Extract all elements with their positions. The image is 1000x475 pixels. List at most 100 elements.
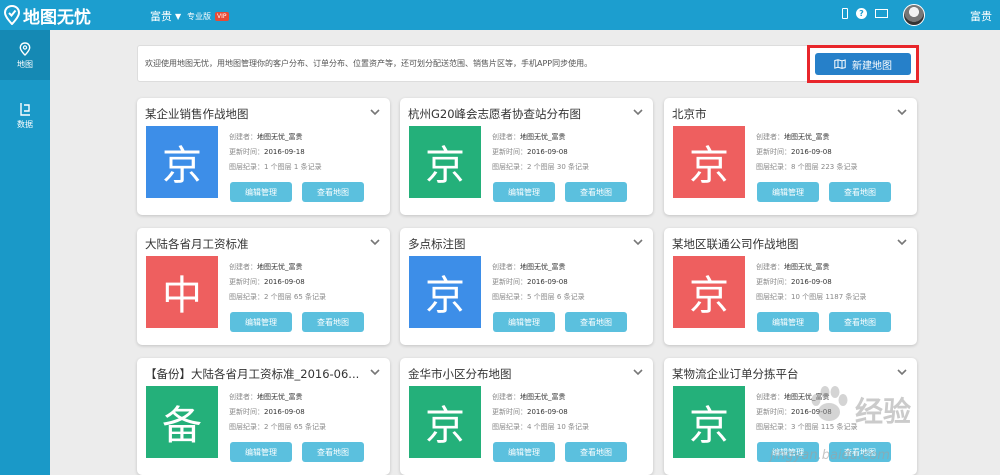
view-map-button[interactable]: 查看地图	[302, 312, 364, 332]
notice-text: 欢迎使用地图无忧，用地图管理你的客户分布、订单分布、位置资产等，还可划分配送范围…	[145, 59, 593, 68]
folded-map-icon	[834, 59, 846, 69]
updated-line: 更新时间：2016-09-08	[756, 278, 832, 286]
user-menu-dropdown[interactable]: 富贵 ▼	[150, 8, 181, 24]
map-thumbnail[interactable]: 京	[673, 256, 745, 328]
map-card[interactable]: 多点标注图 京 创建者：地图无忧_富贵 更新时间：2016-09-08 图层纪录…	[400, 228, 653, 345]
map-card[interactable]: 某地区联通公司作战地图 京 创建者：地图无忧_富贵 更新时间：2016-09-0…	[664, 228, 917, 345]
view-map-button[interactable]: 查看地图	[302, 182, 364, 202]
edit-manage-button[interactable]: 编辑管理	[230, 182, 292, 202]
user-menu-label: 富贵	[150, 10, 172, 23]
sidebar-item-label: 地图	[17, 60, 33, 69]
top-user-name[interactable]: 富贵	[970, 8, 992, 24]
top-bar: 地图无忧 富贵 ▼ 专业版 VIP ? 富贵	[0, 0, 1000, 30]
creator-line: 创建者：地图无忧_富贵	[492, 393, 566, 401]
card-title: 多点标注图	[408, 237, 466, 251]
view-map-button[interactable]: 查看地图	[829, 442, 891, 462]
logo[interactable]: 地图无忧	[4, 3, 91, 28]
view-map-button[interactable]: 查看地图	[565, 312, 627, 332]
mail-icon[interactable]	[875, 9, 888, 18]
updated-line: 更新时间：2016-09-08	[756, 148, 832, 156]
records-line: 图层纪录：2 个图层 30 条记录	[492, 163, 590, 171]
records-line: 图层纪录：2 个图层 65 条记录	[229, 293, 327, 301]
card-title: 某地区联通公司作战地图	[672, 237, 799, 251]
updated-line: 更新时间：2016-09-08	[492, 408, 568, 416]
map-card[interactable]: 北京市 京 创建者：地图无忧_富贵 更新时间：2016-09-08 图层纪录：8…	[664, 98, 917, 215]
phone-icon[interactable]	[842, 8, 848, 19]
card-title: 某企业销售作战地图	[145, 107, 249, 121]
records-line: 图层纪录：8 个图层 223 条记录	[756, 163, 858, 171]
chevron-down-icon[interactable]	[897, 108, 907, 116]
map-thumbnail[interactable]: 京	[409, 386, 481, 458]
edit-manage-button[interactable]: 编辑管理	[757, 182, 819, 202]
edit-manage-button[interactable]: 编辑管理	[230, 312, 292, 332]
records-line: 图层纪录：3 个图层 115 条记录	[756, 423, 858, 431]
updated-line: 更新时间：2016-09-08	[492, 278, 568, 286]
map-thumbnail[interactable]: 京	[673, 126, 745, 198]
records-line: 图层纪录：5 个图层 6 条记录	[492, 293, 585, 301]
sidebar-item-map[interactable]: 地图	[0, 30, 50, 80]
records-line: 图层纪录：10 个图层 1187 条记录	[756, 293, 867, 301]
new-map-button[interactable]: 新建地图	[815, 53, 911, 75]
records-line: 图层纪录：4 个图层 10 条记录	[492, 423, 590, 431]
sidebar-item-data[interactable]: 数据	[0, 90, 50, 140]
view-map-button[interactable]: 查看地图	[829, 312, 891, 332]
creator-line: 创建者：地图无忧_富贵	[756, 393, 830, 401]
creator-line: 创建者：地图无忧_富贵	[756, 133, 830, 141]
creator-line: 创建者：地图无忧_富贵	[229, 263, 303, 271]
map-thumbnail[interactable]: 中	[146, 256, 218, 328]
new-map-button-label: 新建地图	[852, 60, 892, 72]
view-map-button[interactable]: 查看地图	[302, 442, 364, 462]
data-icon	[20, 103, 30, 116]
map-thumbnail[interactable]: 京	[673, 386, 745, 458]
map-pin-icon	[4, 5, 20, 25]
vip-badge: VIP	[215, 12, 229, 21]
sidebar-item-label: 数据	[17, 120, 33, 129]
chevron-down-icon[interactable]	[633, 238, 643, 246]
chevron-down-icon[interactable]	[633, 108, 643, 116]
avatar[interactable]	[903, 4, 925, 26]
updated-line: 更新时间：2016-09-18	[229, 148, 305, 156]
map-pin-icon	[19, 42, 31, 56]
edit-manage-button[interactable]: 编辑管理	[493, 312, 555, 332]
map-card[interactable]: 某物流企业订单分拣平台 京 创建者：地图无忧_富贵 更新时间：2016-09-0…	[664, 358, 917, 475]
logo-text: 地图无忧	[23, 7, 91, 28]
map-card[interactable]: 某企业销售作战地图 京 创建者：地图无忧_富贵 更新时间：2016-09-18 …	[137, 98, 390, 215]
chevron-down-icon[interactable]	[633, 368, 643, 376]
card-title: 杭州G20峰会志愿者协查站分布图	[408, 107, 582, 121]
welcome-notice: 欢迎使用地图无忧，用地图管理你的客户分布、订单分布、位置资产等，还可划分配送范围…	[137, 45, 919, 82]
map-thumbnail[interactable]: 备	[146, 386, 218, 458]
chevron-down-icon[interactable]	[370, 238, 380, 246]
map-card[interactable]: 金华市小区分布地图 京 创建者：地图无忧_富贵 更新时间：2016-09-08 …	[400, 358, 653, 475]
creator-line: 创建者：地图无忧_富贵	[229, 133, 303, 141]
view-map-button[interactable]: 查看地图	[829, 182, 891, 202]
edit-manage-button[interactable]: 编辑管理	[493, 442, 555, 462]
caret-down-icon: ▼	[175, 11, 182, 21]
edition-label: 专业版	[187, 12, 211, 21]
edit-manage-button[interactable]: 编辑管理	[230, 442, 292, 462]
card-title: 金华市小区分布地图	[408, 367, 512, 381]
view-map-button[interactable]: 查看地图	[565, 182, 627, 202]
edit-manage-button[interactable]: 编辑管理	[493, 182, 555, 202]
card-title: 【备份】大陆各省月工资标准_2016-06...	[145, 367, 360, 381]
help-icon[interactable]: ?	[856, 8, 867, 19]
map-thumbnail[interactable]: 京	[146, 126, 218, 198]
chevron-down-icon[interactable]	[897, 368, 907, 376]
chevron-down-icon[interactable]	[897, 238, 907, 246]
records-line: 图层纪录：2 个图层 65 条记录	[229, 423, 327, 431]
card-title: 某物流企业订单分拣平台	[672, 367, 799, 381]
map-card[interactable]: 杭州G20峰会志愿者协查站分布图 京 创建者：地图无忧_富贵 更新时间：2016…	[400, 98, 653, 215]
chevron-down-icon[interactable]	[370, 368, 380, 376]
edit-manage-button[interactable]: 编辑管理	[757, 442, 819, 462]
map-card[interactable]: 大陆各省月工资标准 中 创建者：地图无忧_富贵 更新时间：2016-09-08 …	[137, 228, 390, 345]
creator-line: 创建者：地图无忧_富贵	[492, 263, 566, 271]
map-card[interactable]: 【备份】大陆各省月工资标准_2016-06... 备 创建者：地图无忧_富贵 更…	[137, 358, 390, 475]
sidebar: 地图 数据	[0, 30, 50, 475]
edit-manage-button[interactable]: 编辑管理	[757, 312, 819, 332]
view-map-button[interactable]: 查看地图	[565, 442, 627, 462]
chevron-down-icon[interactable]	[370, 108, 380, 116]
updated-line: 更新时间：2016-09-08	[492, 148, 568, 156]
creator-line: 创建者：地图无忧_富贵	[492, 133, 566, 141]
map-thumbnail[interactable]: 京	[409, 126, 481, 198]
map-thumbnail[interactable]: 京	[409, 256, 481, 328]
records-line: 图层纪录：1 个图层 1 条记录	[229, 163, 322, 171]
